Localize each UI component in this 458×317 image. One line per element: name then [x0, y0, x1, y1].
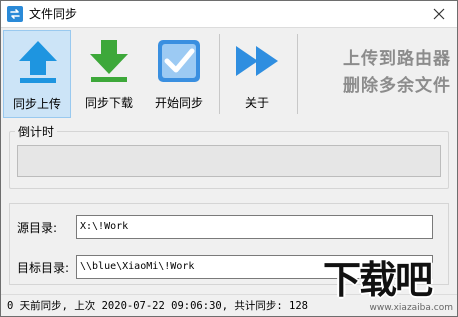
watermark-url: www.xiazaiba.com [369, 303, 453, 313]
banner-line-delete: 删除多余文件 [343, 76, 451, 96]
sync-download-button[interactable]: 同步下载 [75, 30, 143, 118]
download-arrow-icon [90, 40, 128, 82]
about-button[interactable]: 关于 [223, 30, 291, 118]
source-dir-field[interactable]: X:\!Work [76, 215, 433, 239]
window-title: 文件同步 [29, 7, 78, 21]
countdown-label: 倒计时 [15, 125, 58, 139]
sync-upload-label: 同步上传 [12, 97, 61, 111]
toolbar-separator [297, 34, 298, 114]
about-label: 关于 [244, 96, 269, 110]
sync-app-icon [7, 6, 23, 22]
toolbar: 同步上传 同步下载 开始同步 关于 上传到路由器 删除多余文件 [1, 27, 457, 119]
close-icon [433, 8, 445, 20]
target-dir-label: 目标目录: [17, 261, 70, 275]
start-sync-button[interactable]: 开始同步 [145, 30, 213, 118]
countdown-progress-bar [17, 145, 441, 177]
banner-text: 上传到路由器 删除多余文件 [301, 46, 451, 100]
banner-line-upload: 上传到路由器 [343, 49, 451, 69]
sync-upload-button[interactable]: 同步上传 [3, 30, 71, 118]
watermark-logo: 下载吧 [323, 258, 433, 302]
toolbar-separator [219, 34, 220, 114]
app-window: 文件同步 同步上传 同步下载 开始同步 关于 上传到路由器 删除多余文件 倒计时… [0, 0, 458, 317]
fast-forward-icon [236, 46, 278, 76]
upload-arrow-icon [19, 41, 57, 83]
start-sync-label: 开始同步 [154, 96, 203, 110]
status-text: 0 天前同步, 上次 2020-07-22 09:06:30, 共计同步: 12… [7, 300, 308, 312]
source-dir-label: 源目录: [17, 221, 58, 235]
sync-download-label: 同步下载 [84, 96, 133, 110]
title-bar[interactable]: 文件同步 [1, 1, 457, 27]
check-box-icon [158, 40, 200, 82]
close-button[interactable] [421, 1, 457, 27]
site-watermark: 下载吧 www.xiazaiba.com [319, 257, 457, 315]
